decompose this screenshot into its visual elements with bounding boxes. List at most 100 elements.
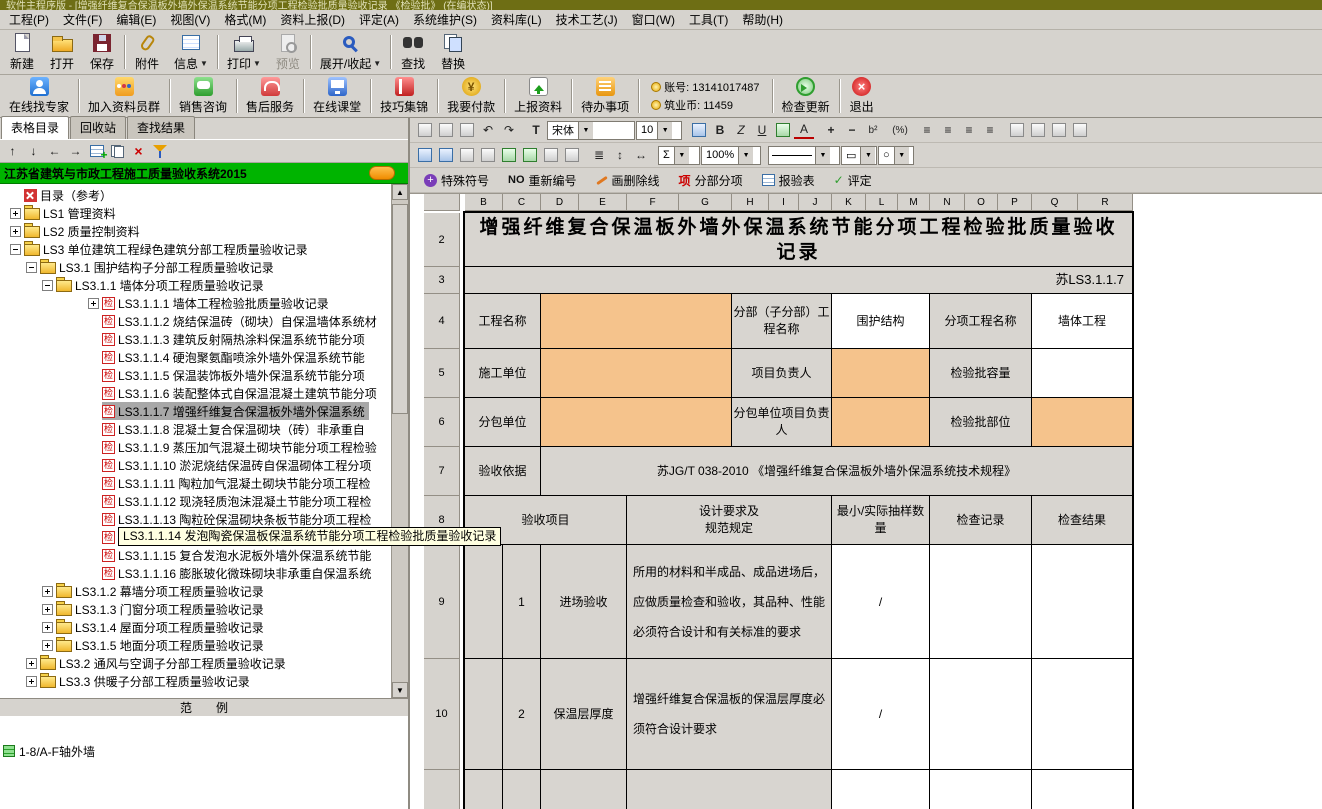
info-button[interactable]: 信息▼	[167, 31, 215, 73]
expander-icon[interactable]	[10, 244, 21, 255]
expand-collapse-button[interactable]: 展开/收起▼	[313, 31, 388, 73]
add-table-icon[interactable]	[87, 142, 106, 161]
header-requirement[interactable]: 设计要求及规范规定	[627, 496, 831, 544]
cell-format-icon[interactable]	[562, 146, 582, 164]
line-spacing-icon[interactable]: ≣	[589, 146, 609, 164]
tree-item[interactable]: LS3.1.5 地面分项工程质量验收记录	[0, 636, 391, 654]
bold-icon[interactable]: B	[710, 121, 730, 139]
basis-label[interactable]: 验收依据	[465, 447, 540, 495]
row-header[interactable]: 11	[424, 770, 460, 809]
project-name-label[interactable]: 工程名称	[465, 294, 540, 348]
increase-icon[interactable]: +	[821, 121, 841, 139]
item-record-cell[interactable]	[930, 659, 1031, 769]
column-header[interactable]: R	[1078, 194, 1133, 211]
expander-icon[interactable]	[88, 298, 99, 309]
ruler-icon[interactable]	[1007, 121, 1027, 139]
tree-item[interactable]: LS3.1.1.15 复合发泡水泥板外墙外保温系统节能	[0, 546, 391, 564]
header-record[interactable]: 检查记录	[930, 496, 1031, 544]
chevron-down-icon[interactable]: ▼	[657, 122, 672, 139]
chevron-down-icon[interactable]: ▼	[860, 147, 875, 164]
menu-item-file[interactable]: 文件(F)	[56, 9, 109, 30]
expander-icon[interactable]	[42, 622, 53, 633]
item-name-value[interactable]: 墙体工程	[1032, 294, 1132, 348]
column-header[interactable]: N	[930, 194, 965, 211]
sub-manager-label[interactable]: 分包单位项目负责人	[732, 398, 831, 446]
cell-lock-icon[interactable]	[541, 146, 561, 164]
form-code-cell[interactable]: 苏LS3.1.1.7	[465, 267, 1132, 293]
column-header[interactable]: O	[965, 194, 998, 211]
strikeout-button[interactable]: 画删除线	[587, 170, 669, 190]
tree-item[interactable]: LS3.1.1.1 墙体工程检验批质量验收记录	[0, 294, 391, 312]
insert-column-icon[interactable]	[436, 146, 456, 164]
tree-item[interactable]: LS3.1.1.8 混凝土复合保温砌块（砖）非承重自	[0, 420, 391, 438]
row-header[interactable]: 2	[424, 213, 460, 267]
align-left-icon[interactable]: ≡	[917, 121, 937, 139]
item-result-cell[interactable]	[1032, 659, 1132, 769]
expander-icon[interactable]	[10, 208, 21, 219]
line-style-select[interactable]: ▼	[768, 146, 840, 165]
subproject-label[interactable]: 分部（子分部）工程名称	[732, 294, 831, 348]
tree-item[interactable]: LS3.1 围护结构子分部工程质量验收记录	[0, 258, 391, 276]
attachment-button[interactable]: 附件	[127, 31, 167, 73]
font-select[interactable]: 宋体 ▼	[547, 121, 635, 140]
tree-item[interactable]: LS3 单位建筑工程绿色建筑分部工程质量验收记录	[0, 240, 391, 258]
root-action-button[interactable]	[369, 166, 395, 180]
after-sales-button[interactable]: 售后服务	[239, 75, 301, 117]
row-header[interactable]: 6	[424, 398, 460, 447]
column-header[interactable]: P	[998, 194, 1032, 211]
expander-icon[interactable]	[26, 262, 37, 273]
corner-cell[interactable]	[424, 194, 460, 211]
expander-icon[interactable]	[42, 280, 53, 291]
item-record-cell[interactable]	[930, 770, 1031, 809]
tree-item[interactable]: LS3.3 供暖子分部工程质量验收记录	[0, 672, 391, 690]
sales-button[interactable]: 销售咨询	[172, 75, 234, 117]
renumber-button[interactable]: NO 重新编号	[499, 170, 586, 190]
menu-item-view[interactable]: 视图(V)	[163, 9, 217, 30]
tree-item[interactable]: LS3.1.1.5 保温装饰板外墙外保温系统节能分项	[0, 366, 391, 384]
new-button[interactable]: 新建	[2, 31, 42, 73]
align-right-icon[interactable]: ≡	[959, 121, 979, 139]
highlight-icon[interactable]	[773, 121, 793, 139]
item-name-cell[interactable]: 保温层厚度	[541, 659, 626, 769]
category-cell[interactable]	[465, 659, 502, 769]
chevron-down-icon[interactable]: ▼	[674, 147, 689, 164]
category-cell[interactable]	[465, 770, 502, 809]
item-record-cell[interactable]	[930, 545, 1031, 658]
item-sample-cell[interactable]: /	[832, 545, 929, 658]
tab-form-catalog[interactable]: 表格目录	[1, 116, 69, 139]
header-sample[interactable]: 最小/实际抽样数量	[832, 496, 929, 544]
classroom-button[interactable]: 在线课堂	[306, 75, 368, 117]
ruler-icon[interactable]	[1049, 121, 1069, 139]
font-size-select[interactable]: 10 ▼	[636, 121, 682, 140]
location-input[interactable]	[1032, 398, 1132, 446]
item-requirement-cell[interactable]: 增强纤维复合保温板的保温层厚度必须符合设计要求	[627, 659, 831, 769]
delete-row-icon[interactable]	[457, 146, 477, 164]
todo-button[interactable]: 待办事项	[574, 75, 636, 117]
tree-item[interactable]: LS3.1.1.16 膨胀玻化微珠砌块非承重自保温系统	[0, 564, 391, 582]
menu-item-project[interactable]: 工程(P)	[2, 9, 56, 30]
chevron-down-icon[interactable]: ▼	[578, 122, 593, 139]
join-group-button[interactable]: 加入资料员群	[81, 75, 167, 117]
item-no-cell[interactable]	[503, 770, 540, 809]
column-header[interactable]: G	[679, 194, 732, 211]
row-header[interactable]: 3	[424, 267, 460, 294]
subitem-button[interactable]: 项 分部分项	[670, 170, 752, 190]
tree-item[interactable]: LS3.1.4 屋面分项工程质量验收记录	[0, 618, 391, 636]
brackets-icon[interactable]: (%)	[890, 121, 910, 139]
oval-shape-select[interactable]: ○ ▼	[878, 146, 914, 165]
print-button[interactable]: 打印▼	[220, 31, 268, 73]
tree-item[interactable]: LS3.1.2 幕墙分项工程质量验收记录	[0, 582, 391, 600]
tree-item[interactable]: LS3.1.1.3 建筑反射隔热涂料保温系统节能分项	[0, 330, 391, 348]
constructor-label[interactable]: 施工单位	[465, 349, 540, 397]
sum-select[interactable]: Σ ▼	[658, 146, 700, 165]
tree-item[interactable]: LS3.1.1.12 现浇轻质泡沫混凝土节能分项工程检	[0, 492, 391, 510]
menu-item-report-upload[interactable]: 资料上报(D)	[273, 9, 352, 30]
header-result[interactable]: 检查结果	[1032, 496, 1132, 544]
border-icon[interactable]: A	[794, 121, 814, 139]
location-label[interactable]: 检验批部位	[930, 398, 1031, 446]
menu-item-maintenance[interactable]: 系统维护(S)	[406, 9, 484, 30]
tree-item[interactable]: LS1 管理资料	[0, 204, 391, 222]
expander-icon[interactable]	[26, 658, 37, 669]
tab-recycle-bin[interactable]: 回收站	[70, 116, 126, 139]
superscript-icon[interactable]: b²	[863, 121, 883, 139]
